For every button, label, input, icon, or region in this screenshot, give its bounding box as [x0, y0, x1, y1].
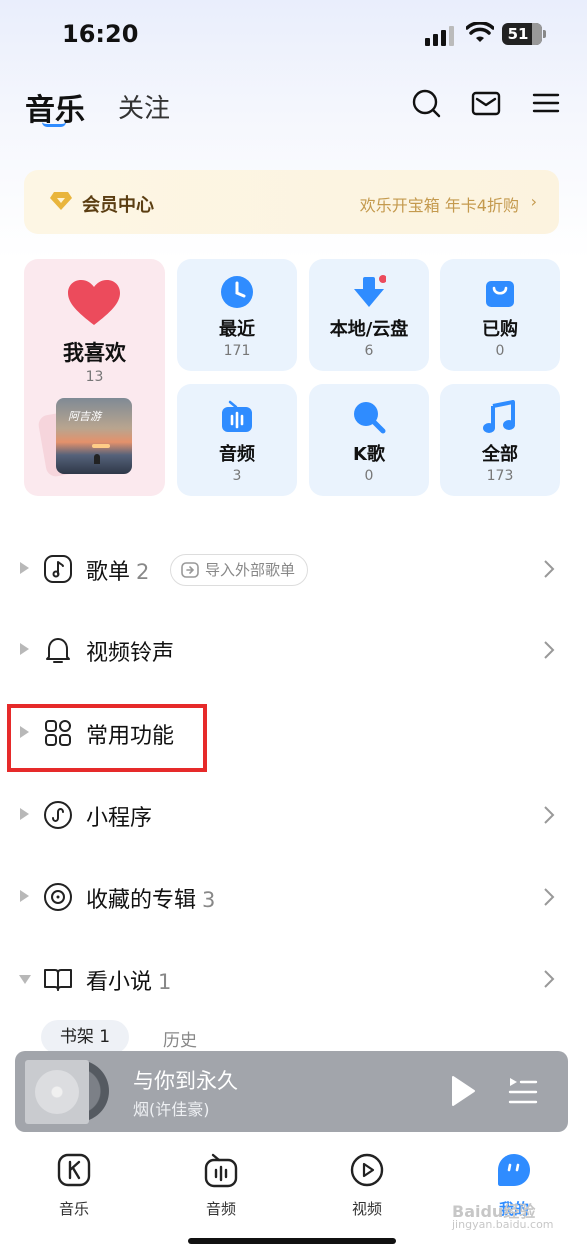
heart-icon — [68, 280, 120, 325]
status-time: 16:20 — [62, 20, 139, 48]
expand-arrow-icon[interactable] — [20, 643, 29, 655]
music-note-icon — [483, 400, 515, 433]
tile-purchased[interactable]: 已购 0 — [440, 259, 560, 371]
tile-label: 全部 — [482, 444, 518, 465]
music-note-circle-icon — [44, 555, 72, 583]
tile-label: 最近 — [219, 319, 255, 340]
song-title: 与你到永久 — [133, 1069, 238, 1093]
search-icon[interactable] — [411, 88, 441, 118]
vip-center-banner[interactable]: 会员中心 欢乐开宝箱 年卡4折购 › — [24, 170, 559, 234]
diamond-icon — [50, 192, 72, 210]
menu-icon[interactable] — [531, 88, 561, 118]
nav-label: 视频 — [351, 1200, 382, 1218]
row-count: 1 — [158, 970, 172, 994]
chevron-right-icon — [544, 641, 555, 659]
favorite-card[interactable]: 我喜欢 13 阿吉游 — [24, 259, 165, 496]
battery-icon: 51 — [502, 23, 546, 45]
row-label: 视频铃声 — [86, 641, 175, 666]
chevron-right-icon — [544, 888, 555, 906]
vip-title: 会员中心 — [82, 195, 154, 216]
tile-count: 0 — [364, 468, 374, 484]
tile-count: 3 — [232, 468, 242, 484]
chevron-right-icon — [544, 806, 555, 824]
tile-count: 171 — [223, 343, 251, 359]
row-mini-programs[interactable]: 小程序 — [0, 786, 587, 846]
cellular-signal-icon — [425, 24, 457, 46]
album-disc-icon — [44, 883, 72, 911]
nav-label: 音频 — [205, 1200, 236, 1218]
video-play-icon — [350, 1153, 384, 1187]
expand-arrow-icon[interactable] — [20, 808, 29, 820]
tile-count: 6 — [364, 343, 374, 359]
radio-icon — [222, 400, 252, 432]
mail-icon[interactable] — [471, 88, 501, 118]
mini-player[interactable]: 与你到永久 烟(许佳豪) — [15, 1051, 568, 1132]
nav-label: 音乐 — [58, 1200, 89, 1218]
tile-recent[interactable]: 最近 171 — [177, 259, 297, 371]
chevron-right-icon — [544, 970, 555, 988]
tile-label: 本地/云盘 — [329, 319, 409, 340]
tile-audio[interactable]: 音频 3 — [177, 384, 297, 496]
row-count: 2 — [136, 560, 150, 584]
album-cover-image: 阿吉游 — [56, 398, 132, 474]
download-icon — [354, 275, 386, 307]
tile-count: 0 — [495, 343, 505, 359]
play-icon[interactable] — [450, 1075, 476, 1107]
song-artist: 烟(许佳豪) — [133, 1100, 210, 1119]
clock-icon — [221, 276, 253, 308]
favorite-count: 13 — [85, 369, 104, 385]
chevron-right-icon — [544, 560, 555, 578]
shopping-bag-icon — [486, 281, 514, 307]
row-saved-albums[interactable]: 收藏的专辑 3 — [0, 868, 587, 928]
microphone-icon — [354, 402, 386, 434]
chevron-right-icon: › — [530, 192, 537, 211]
tile-karaoke[interactable]: K歌 0 — [309, 384, 429, 496]
book-icon — [44, 969, 72, 991]
cover-script-text: 阿吉游 — [68, 410, 101, 423]
expand-arrow-icon[interactable] — [20, 890, 29, 902]
battery-level: 51 — [507, 25, 529, 43]
row-label: 看小说 — [86, 970, 153, 995]
watermark-url: jingyan.baidu.com — [452, 1218, 554, 1231]
row-label: 小程序 — [86, 806, 153, 831]
bell-icon — [46, 638, 70, 663]
playlist-queue-icon[interactable] — [508, 1076, 538, 1106]
home-indicator — [188, 1238, 396, 1244]
nav-audio[interactable]: 音频 — [181, 1152, 261, 1232]
tab-follow[interactable]: 关注 — [118, 88, 170, 125]
row-video-ringtone[interactable]: 视频铃声 — [0, 621, 587, 681]
highlight-box — [7, 704, 207, 772]
row-count: 3 — [202, 888, 216, 912]
mini-program-icon — [44, 801, 72, 829]
now-playing-cover — [25, 1060, 89, 1124]
vip-promo: 欢乐开宝箱 年卡4折购 — [359, 196, 519, 215]
radio-icon — [204, 1153, 238, 1188]
status-bar: 16:20 51 — [0, 0, 587, 70]
tile-label: 已购 — [482, 319, 518, 340]
tile-local-cloud[interactable]: 本地/云盘 6 — [309, 259, 429, 371]
tile-label: 音频 — [219, 444, 255, 465]
import-playlist-label: 导入外部歌单 — [205, 561, 296, 579]
import-icon — [181, 562, 199, 578]
wifi-icon — [466, 22, 494, 42]
profile-face-icon — [498, 1154, 530, 1186]
import-playlist-button[interactable]: 导入外部歌单 — [170, 554, 309, 586]
row-label: 收藏的专辑 — [86, 888, 197, 913]
k-logo-icon — [57, 1153, 91, 1187]
tile-label: K歌 — [353, 444, 385, 465]
tab-bookshelf[interactable]: 书架 1 — [41, 1020, 129, 1054]
tab-active-indicator — [42, 122, 66, 127]
favorite-label: 我喜欢 — [63, 341, 126, 365]
expand-arrow-icon[interactable] — [20, 562, 29, 574]
tile-all[interactable]: 全部 173 — [440, 384, 560, 496]
row-label: 歌单 — [86, 560, 131, 585]
collapse-arrow-icon[interactable] — [19, 975, 31, 984]
tile-count: 173 — [486, 468, 514, 484]
row-novels[interactable]: 看小说 1 — [0, 950, 587, 1010]
nav-video[interactable]: 视频 — [327, 1152, 407, 1232]
nav-music[interactable]: 音乐 — [34, 1152, 114, 1232]
row-playlists[interactable]: 歌单 2 导入外部歌单 — [0, 540, 587, 600]
tab-history[interactable]: 历史 — [163, 1026, 197, 1051]
